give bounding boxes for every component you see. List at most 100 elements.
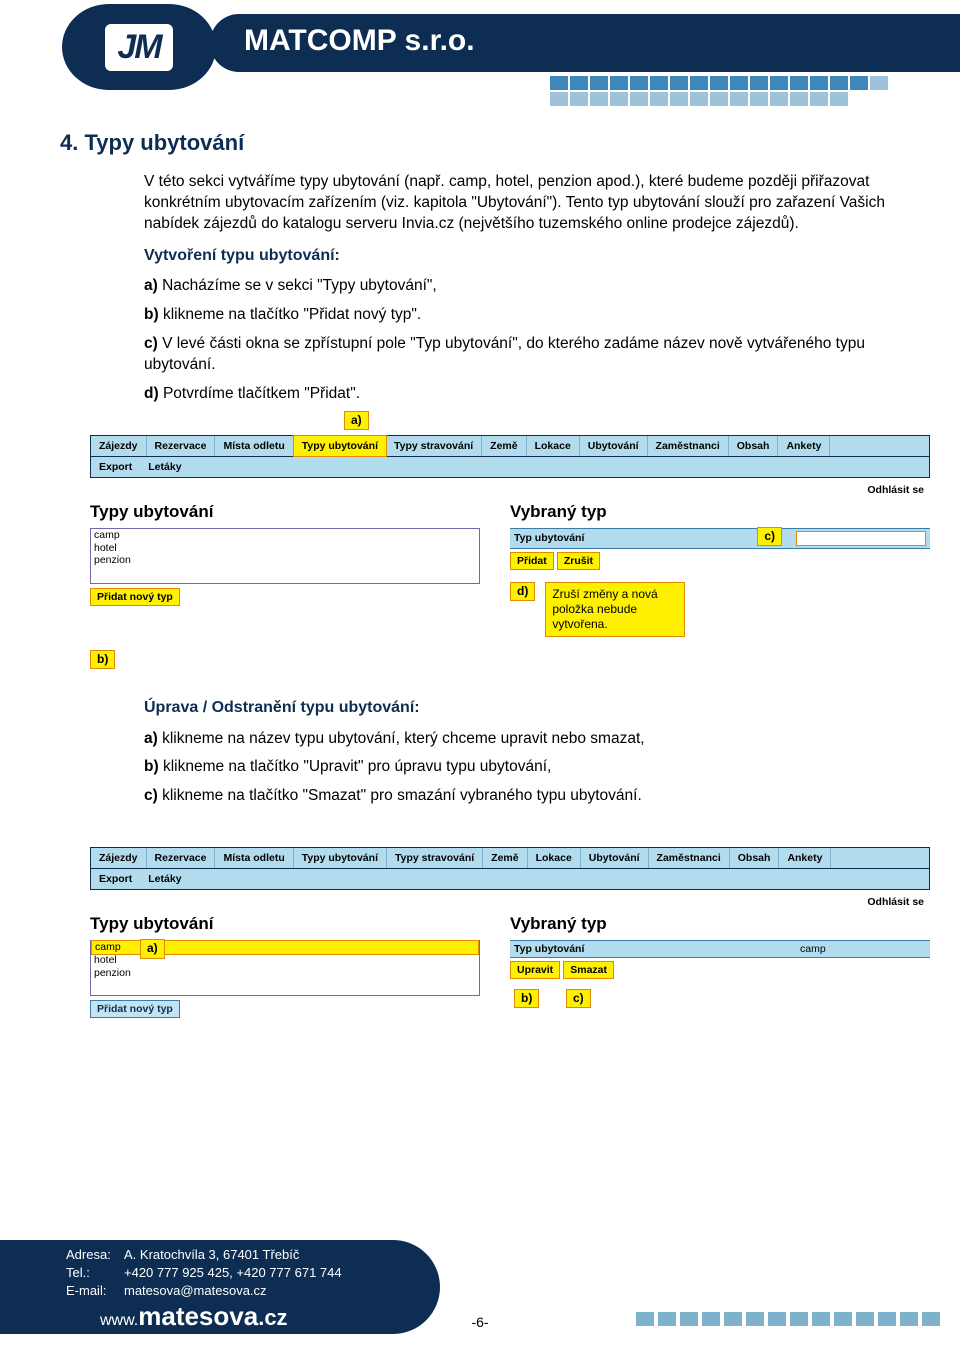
- tab[interactable]: Země: [482, 436, 526, 456]
- callout-b: b): [90, 650, 115, 669]
- list-item[interactable]: camp: [91, 529, 479, 542]
- tab[interactable]: Ubytování: [581, 848, 649, 868]
- right-title: Vybraný typ: [510, 502, 930, 522]
- tab[interactable]: Rezervace: [147, 436, 216, 456]
- cancel-note: Zruší změny a nová položka nebude vytvoř…: [545, 582, 685, 637]
- list-item[interactable]: hotel: [91, 542, 479, 555]
- add-new-type-button[interactable]: Přidat nový typ: [90, 1000, 180, 1018]
- logout-link[interactable]: Odhlásit se: [90, 890, 930, 908]
- pane: Typy ubytování camp hotel penzion Přidat…: [90, 498, 930, 637]
- tab[interactable]: Typy stravování: [386, 436, 482, 456]
- page-header: JM MATCOMP s.r.o.: [0, 0, 960, 120]
- tab[interactable]: Lokace: [528, 848, 581, 868]
- page-footer: Adresa:A. Kratochvíla 3, 67401 Třebíč Te…: [0, 1236, 960, 1356]
- tab[interactable]: Zájezdy: [91, 436, 147, 456]
- tab[interactable]: Země: [483, 848, 527, 868]
- field-value: camp: [796, 943, 926, 955]
- page-number: -6-: [471, 1314, 488, 1330]
- tab-active[interactable]: Typy ubytování: [293, 435, 387, 457]
- callout-a: a): [140, 939, 165, 958]
- tel: +420 777 925 425, +420 777 671 744: [124, 1265, 342, 1280]
- edit-step-b: b) klikneme na tlačítko "Upravit" pro úp…: [144, 757, 900, 778]
- header-decor-squares: [550, 76, 900, 106]
- add-new-type-button[interactable]: Přidat nový typ: [90, 588, 180, 606]
- screenshot-create: a) Zájezdy Rezervace Místa odletu Typy u…: [90, 435, 930, 637]
- delete-button[interactable]: Smazat: [563, 961, 614, 979]
- edit-step-c: c) klikneme na tlačítko "Smazat" pro sma…: [144, 786, 900, 807]
- tab[interactable]: Ankety: [779, 848, 831, 868]
- list-item-selected[interactable]: camp a): [91, 940, 479, 955]
- tab[interactable]: Export: [91, 869, 140, 889]
- callout-d: d): [510, 582, 535, 601]
- form-row: Typ ubytování c): [510, 528, 930, 549]
- cancel-button[interactable]: Zrušit: [557, 552, 600, 570]
- type-input[interactable]: [796, 531, 926, 546]
- content: 4. Typy ubytování V této sekci vytváříme…: [60, 130, 900, 1044]
- tab[interactable]: Zaměstnanci: [649, 848, 730, 868]
- add-button[interactable]: Přidat: [510, 552, 554, 570]
- left-pane: Typy ubytování camp hotel penzion Přidat…: [90, 498, 480, 637]
- tab[interactable]: Ubytování: [580, 436, 648, 456]
- tab[interactable]: Typy ubytování: [294, 848, 387, 868]
- addr: A. Kratochvíla 3, 67401 Třebíč: [124, 1247, 299, 1262]
- tab-bar-row2: Export Letáky: [90, 869, 930, 890]
- mail: matesova@matesova.cz: [124, 1283, 267, 1298]
- type-listbox[interactable]: camp a) hotel penzion: [90, 940, 480, 996]
- edit-heading: Úprava / Odstranění typu ubytování:: [144, 697, 900, 719]
- company-name: MATCOMP s.r.o.: [244, 24, 475, 58]
- addr-label: Adresa:: [66, 1246, 124, 1264]
- edit-step-a: a) klikneme na název typu ubytování, kte…: [144, 729, 900, 750]
- list-item[interactable]: penzion: [91, 967, 479, 980]
- section-title: 4. Typy ubytování: [60, 130, 900, 156]
- tab[interactable]: Obsah: [730, 848, 780, 868]
- step-b: b) klikneme na tlačítko "Přidat nový typ…: [144, 305, 900, 326]
- intro-text: V této sekci vytváříme typy ubytování (n…: [144, 172, 900, 235]
- tab[interactable]: Místa odletu: [215, 436, 293, 456]
- tab[interactable]: Ankety: [778, 436, 830, 456]
- type-listbox[interactable]: camp hotel penzion: [90, 528, 480, 584]
- callout-c: c): [566, 989, 591, 1008]
- step-c: c) V levé části okna se zpřístupní pole …: [144, 334, 900, 376]
- logo: JM: [62, 4, 216, 90]
- callout-c: c): [757, 527, 782, 546]
- tab[interactable]: Letáky: [140, 869, 189, 889]
- mail-label: E-mail:: [66, 1282, 124, 1300]
- field-label: Typ ubytování: [514, 943, 609, 955]
- tab[interactable]: Letáky: [140, 457, 189, 477]
- logout-link[interactable]: Odhlásit se: [90, 478, 930, 496]
- intro-block: V této sekci vytváříme typy ubytování (n…: [144, 172, 900, 405]
- step-a: a) Nacházíme se v sekci "Typy ubytování"…: [144, 276, 900, 297]
- tel-label: Tel.:: [66, 1264, 124, 1282]
- form-row: Typ ubytování camp: [510, 940, 930, 958]
- tab-bar: Zájezdy Rezervace Místa odletu Typy ubyt…: [90, 847, 930, 869]
- right-pane: Vybraný typ Typ ubytování camp Upravit S…: [480, 910, 930, 1018]
- list-item[interactable]: penzion: [91, 554, 479, 567]
- screenshot-edit: Zájezdy Rezervace Místa odletu Typy ubyt…: [90, 847, 930, 1018]
- footer-url: www.matesova.cz: [100, 1301, 288, 1332]
- right-pane: Vybraný typ Typ ubytování c) Přidat Zruš…: [480, 498, 930, 637]
- edit-button[interactable]: Upravit: [510, 961, 560, 979]
- create-heading: Vytvoření typu ubytování:: [144, 245, 900, 267]
- left-title: Typy ubytování: [90, 502, 480, 522]
- tab[interactable]: Zájezdy: [91, 848, 147, 868]
- tab[interactable]: Lokace: [527, 436, 580, 456]
- tab[interactable]: Rezervace: [147, 848, 216, 868]
- callout-a: a): [344, 411, 369, 430]
- footer-decor-squares: [636, 1312, 940, 1326]
- tab-bar: Zájezdy Rezervace Místa odletu Typy ubyt…: [90, 435, 930, 457]
- field-label: Typ ubytování: [514, 532, 609, 544]
- tab[interactable]: Obsah: [729, 436, 779, 456]
- pane: Typy ubytování camp a) hotel penzion Při…: [90, 910, 930, 1018]
- left-pane: Typy ubytování camp a) hotel penzion Při…: [90, 910, 480, 1018]
- callout-b: b): [514, 989, 539, 1008]
- step-d: d) Potvrdíme tlačítkem "Přidat".: [144, 384, 900, 405]
- tab[interactable]: Místa odletu: [215, 848, 293, 868]
- tab[interactable]: Export: [91, 457, 140, 477]
- tab[interactable]: Zaměstnanci: [648, 436, 729, 456]
- right-title: Vybraný typ: [510, 914, 930, 934]
- tab-bar-row2: Export Letáky: [90, 457, 930, 478]
- footer-contact: Adresa:A. Kratochvíla 3, 67401 Třebíč Te…: [66, 1246, 342, 1301]
- tab[interactable]: Typy stravování: [387, 848, 483, 868]
- logo-text: JM: [105, 24, 172, 71]
- left-title: Typy ubytování: [90, 914, 480, 934]
